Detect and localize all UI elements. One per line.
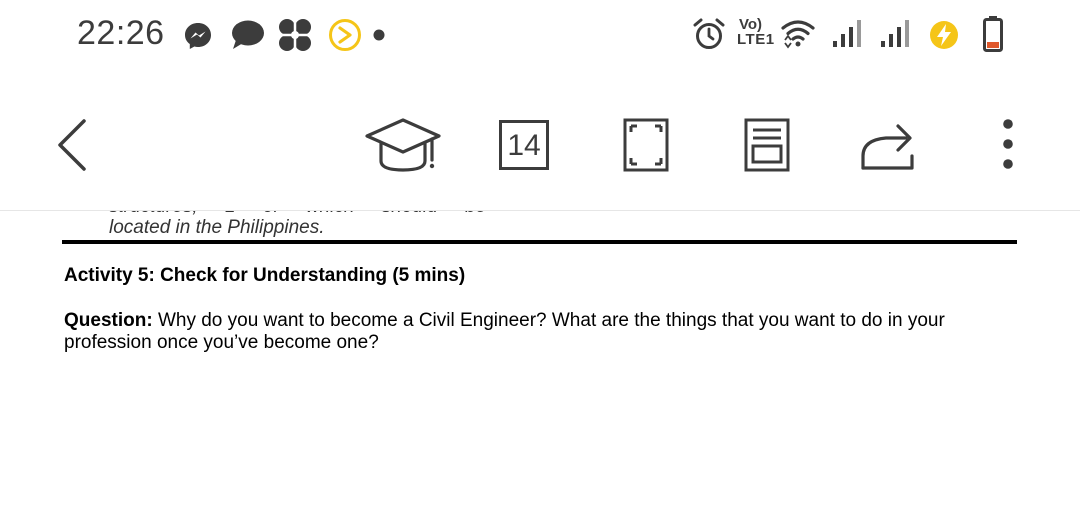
reader-toolbar: 14 — [0, 72, 1080, 211]
education-button[interactable] — [364, 116, 444, 176]
more-vertical-icon — [1003, 119, 1013, 169]
page-number-button[interactable]: 14 — [499, 120, 549, 170]
section-divider — [62, 240, 1017, 244]
previous-paragraph-line: located in the Philippines. — [109, 217, 325, 238]
graduation-cap-icon — [365, 118, 441, 172]
fullscreen-button[interactable] — [623, 118, 669, 172]
fullscreen-icon — [623, 118, 669, 172]
question-label: Question: — [64, 310, 153, 331]
reading-mode-icon — [744, 118, 790, 172]
share-button[interactable] — [860, 118, 916, 174]
more-options-button[interactable] — [998, 118, 1018, 172]
question-text: Why do you want to become a Civil Engine… — [64, 310, 945, 353]
question-paragraph: Question: Why do you want to become a Ci… — [64, 310, 994, 354]
back-button[interactable] — [52, 117, 92, 173]
activity-title: Activity 5: Check for Understanding (5 m… — [64, 265, 466, 286]
back-icon — [58, 119, 86, 171]
share-icon — [861, 124, 914, 170]
reading-mode-button[interactable] — [744, 118, 790, 172]
